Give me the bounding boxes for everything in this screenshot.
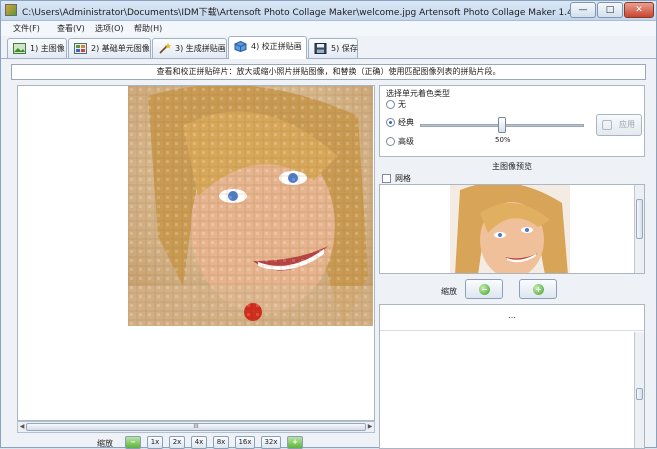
tab-label: 3) 生成拼贴画 — [175, 44, 226, 53]
app-logo-icon — [5, 4, 17, 16]
grid-checkbox[interactable] — [382, 174, 391, 183]
wizard-tabs: 1) 主图像 2) 基础单元图像 3) 生成拼贴画 4) 校正拼贴画 5) 保存 — [1, 36, 656, 59]
apply-label: 应用 — [619, 120, 635, 129]
slider-value: 50% — [495, 136, 511, 144]
preview-zoom-in-button[interactable]: + — [519, 279, 557, 299]
zoom-16x-button[interactable]: 16x — [235, 436, 255, 449]
tab-label: 5) 保存 — [331, 44, 358, 53]
cell-images-icon — [74, 43, 87, 54]
zoom-1x-button[interactable]: 1x — [147, 436, 163, 449]
main-image-preview[interactable] — [379, 184, 645, 274]
matching-images-panel[interactable]: ... — [379, 304, 645, 449]
preview-image — [450, 185, 570, 273]
tab-cell-images[interactable]: 2) 基础单元图像 — [68, 38, 151, 58]
menu-view[interactable]: 查看(V) — [57, 23, 85, 34]
zoom-in-icon[interactable]: + — [287, 436, 303, 449]
cube-icon — [234, 41, 247, 52]
menu-bar: 文件(F) 查看(V) 选项(O) 帮助(H) — [1, 21, 656, 36]
menu-options[interactable]: 选项(O) — [95, 23, 124, 34]
preview-title: 主图像预览 — [492, 162, 532, 171]
color-type-title: 选择单元着色类型 — [386, 89, 450, 98]
zoom-32x-button[interactable]: 32x — [261, 436, 281, 449]
color-intensity-slider-thumb[interactable] — [498, 117, 506, 133]
scroll-left-icon[interactable]: ◀ — [18, 422, 26, 432]
tab-label: 2) 基础单元图像 — [91, 44, 150, 53]
tab-main-image[interactable]: 1) 主图像 — [7, 38, 67, 58]
collage-horizontal-scrollbar[interactable]: ◀ III ▶ — [17, 421, 375, 433]
scrollbar-thumb[interactable]: III — [26, 423, 366, 431]
menu-help[interactable]: 帮助(H) — [134, 23, 162, 34]
zoom-8x-button[interactable]: 8x — [213, 436, 229, 449]
maximize-button[interactable]: □ — [597, 2, 623, 18]
apply-button[interactable]: 应用 — [596, 114, 642, 136]
zoom-4x-button[interactable]: 4x — [191, 436, 207, 449]
instruction-hint: 查看和校正拼贴碎片：放大或缩小照片拼贴图像，和替换（正确）使用匹配图像列表的拼贴… — [11, 64, 646, 80]
zoom-out-icon[interactable]: − — [125, 436, 141, 449]
tab-correct-collage[interactable]: 4) 校正拼贴画 — [228, 36, 307, 59]
preview-scrollbar-thumb[interactable] — [636, 199, 643, 239]
preview-vertical-scrollbar[interactable] — [634, 185, 644, 273]
collage-view[interactable] — [17, 85, 375, 421]
app-window: C:\Users\Administrator\Documents\IDM下载\A… — [0, 0, 657, 449]
preview-zoom-label: 缩放 — [441, 287, 457, 296]
scroll-right-icon[interactable]: ▶ — [366, 422, 374, 432]
tab-save[interactable]: 5) 保存 — [308, 38, 358, 58]
tab-label: 4) 校正拼贴画 — [251, 42, 302, 51]
magic-wand-icon — [159, 43, 171, 54]
minimize-button[interactable]: — — [570, 2, 596, 18]
zoom-label: 缩放 — [97, 439, 113, 448]
zoom-in-icon: + — [533, 284, 544, 295]
radio-advanced-label: 高级 — [398, 137, 414, 146]
radio-advanced[interactable] — [386, 137, 395, 146]
matching-images-header: ... — [380, 305, 644, 331]
cell-color-type-group: 选择单元着色类型 无 经典 高级 50% 应用 — [379, 85, 645, 157]
title-bar: C:\Users\Administrator\Documents\IDM下载\A… — [1, 1, 656, 21]
zoom-out-icon: − — [479, 284, 490, 295]
window-title: C:\Users\Administrator\Documents\IDM下载\A… — [22, 8, 573, 18]
tab-generate-collage[interactable]: 3) 生成拼贴画 — [152, 38, 227, 58]
matching-scrollbar-thumb[interactable] — [636, 388, 643, 400]
radio-classic-label: 经典 — [398, 118, 414, 127]
radio-none[interactable] — [386, 100, 395, 109]
tab-label: 1) 主图像 — [30, 44, 65, 53]
matching-images-scrollbar[interactable] — [634, 332, 644, 448]
preview-zoom-out-button[interactable]: − — [465, 279, 503, 299]
main-image-icon — [13, 43, 26, 54]
apply-icon — [602, 120, 612, 130]
radio-classic[interactable] — [386, 118, 395, 127]
grid-checkbox-label: 网格 — [395, 174, 411, 183]
collage-image[interactable] — [128, 86, 373, 326]
close-button[interactable]: ✕ — [624, 2, 654, 18]
zoom-2x-button[interactable]: 2x — [169, 436, 185, 449]
radio-none-label: 无 — [398, 100, 406, 109]
floppy-disk-icon — [314, 43, 327, 54]
menu-file[interactable]: 文件(F) — [13, 23, 40, 34]
